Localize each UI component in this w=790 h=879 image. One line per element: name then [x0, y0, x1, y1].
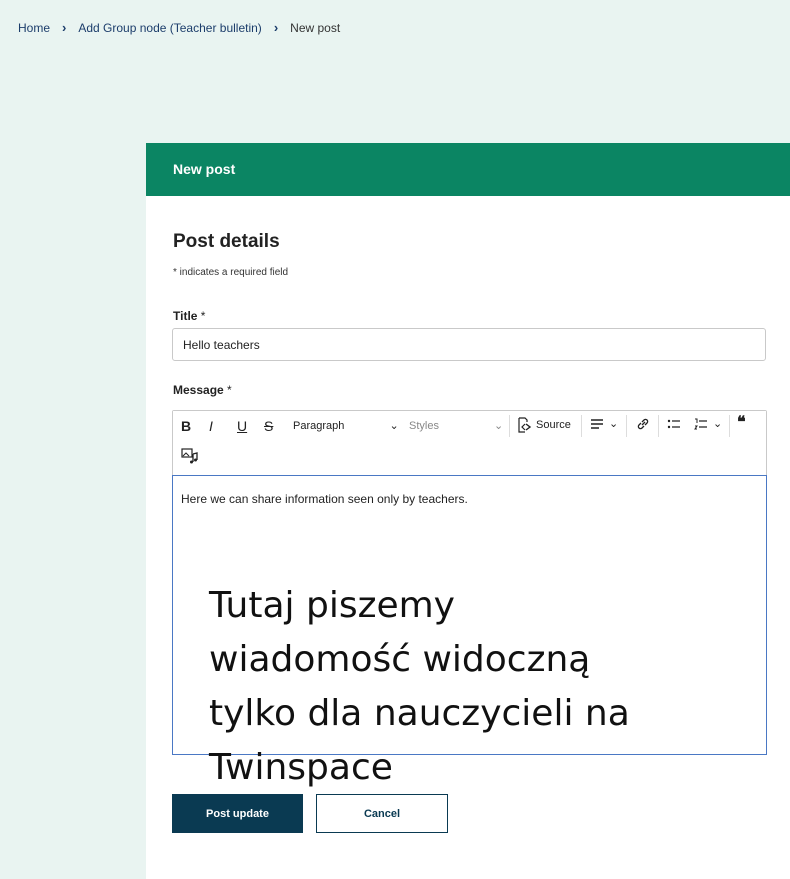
bullet-list-icon [667, 419, 680, 429]
align-icon [591, 419, 603, 429]
required-star: * [200, 309, 206, 323]
strikethrough-button[interactable]: S [264, 417, 273, 435]
blockquote-icon: ❝ [737, 414, 746, 431]
paragraph-label: Paragraph [293, 420, 345, 432]
toolbar-divider [626, 415, 627, 437]
message-label-text: Message [173, 383, 224, 397]
chevron-down-icon: ⌄ [713, 418, 723, 430]
toolbar-divider [658, 415, 659, 437]
breadcrumb-separator: › [273, 20, 279, 35]
source-label: Source [536, 419, 571, 431]
media-button[interactable] [181, 447, 199, 469]
breadcrumb-current: New post [290, 20, 341, 35]
title-input[interactable] [172, 328, 766, 361]
chevron-down-icon: ⌄ [389, 420, 399, 432]
underline-button[interactable]: U [237, 417, 247, 435]
message-editor: B I U S Paragraph ⌄ Styles ⌄ Source ⌄ ⌄ … [172, 410, 767, 755]
link-button[interactable] [635, 416, 651, 436]
card-header-title: New post [173, 161, 236, 177]
breadcrumb-home-link[interactable]: Home [18, 21, 50, 35]
toolbar-divider [729, 415, 730, 437]
section-title: Post details [173, 231, 280, 252]
title-label-text: Title [173, 309, 198, 323]
breadcrumb-separator: › [62, 20, 67, 35]
numbered-list-dropdown[interactable]: ⌄ [693, 415, 722, 433]
cancel-button[interactable]: Cancel [316, 794, 448, 833]
numbered-list-icon [694, 418, 707, 430]
styles-label: Styles [409, 420, 439, 432]
chevron-down-icon: ⌄ [609, 418, 619, 430]
toolbar-divider [509, 415, 510, 437]
required-note: * indicates a required field [173, 267, 289, 278]
source-button[interactable]: Source [516, 416, 571, 434]
breadcrumb-group-link[interactable]: Add Group node (Teacher bulletin) [78, 21, 261, 35]
link-icon [637, 418, 649, 430]
title-label: Title * [173, 309, 205, 323]
post-update-button[interactable]: Post update [172, 794, 303, 833]
italic-button[interactable]: I [209, 417, 213, 435]
paragraph-dropdown[interactable]: Paragraph ⌄ [293, 417, 399, 435]
styles-dropdown[interactable]: Styles ⌄ [409, 417, 503, 435]
media-icon [181, 448, 198, 464]
breadcrumb: Home › Add Group node (Teacher bulletin)… [18, 20, 340, 35]
align-dropdown[interactable]: ⌄ [589, 415, 618, 433]
toolbar-divider [581, 415, 582, 437]
blockquote-button[interactable]: ❝ [737, 414, 746, 432]
card-header: New post [146, 143, 790, 196]
editor-paragraph: Here we can share information seen only … [181, 492, 468, 506]
bold-button[interactable]: B [181, 417, 191, 435]
bullet-list-button[interactable] [666, 416, 682, 436]
editor-content-area[interactable]: Here we can share information seen only … [172, 475, 767, 755]
editor-toolbar: B I U S Paragraph ⌄ Styles ⌄ Source ⌄ ⌄ … [173, 411, 766, 475]
post-form: Post details * indicates a required fiel… [146, 196, 790, 879]
required-star: * [227, 383, 232, 397]
message-label: Message * [173, 383, 232, 397]
source-icon [518, 417, 532, 433]
chevron-down-icon: ⌄ [494, 420, 504, 432]
